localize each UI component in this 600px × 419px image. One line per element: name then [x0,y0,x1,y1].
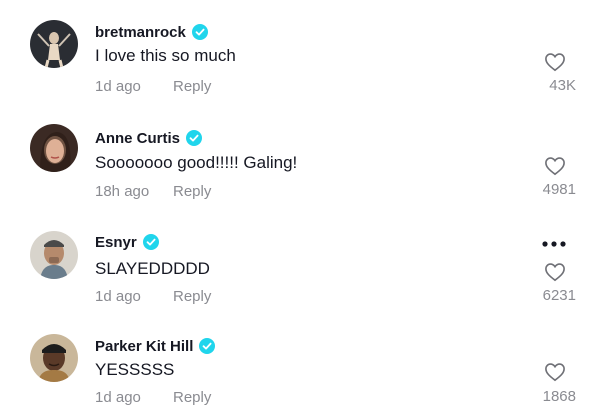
verified-badge-icon [186,130,203,146]
comment-text: Sooooooo good!!!!! Galing! [95,153,298,172]
avatar[interactable] [30,124,78,172]
like-count: 43K [549,77,576,94]
heart-outline-icon[interactable] [544,362,566,382]
username[interactable]: Parker Kit Hill [95,338,193,355]
avatar[interactable] [30,334,78,382]
comment-meta: 1d ago Reply [95,389,211,406]
comment-meta: 1d ago Reply [95,78,211,95]
comment-meta: 18h ago Reply [95,183,211,200]
avatar[interactable] [30,231,78,279]
username-row: Esnyr [95,232,159,252]
like-count: 1868 [542,388,576,405]
comment-item: bretmanrock I love this so much 1d ago R… [0,0,600,100]
timestamp: 18h ago [95,183,150,200]
comment-meta: 1d ago Reply [95,288,211,305]
username-row: bretmanrock [95,22,208,42]
verified-badge-icon [199,338,216,354]
reply-button[interactable]: Reply [173,389,211,406]
timestamp: 1d ago [95,78,141,95]
reply-button[interactable]: Reply [173,288,211,305]
comment-text: I love this so much [95,46,236,65]
timestamp: 1d ago [95,288,141,305]
heart-outline-icon[interactable] [544,52,566,72]
like-count: 4981 [542,181,576,198]
comment-item: Esnyr SLAYEDDDDD 1d ago Reply 6231 [0,210,600,310]
comment-list: bretmanrock I love this so much 1d ago R… [0,0,600,419]
comment-text: YESSSSS [95,360,175,379]
username[interactable]: bretmanrock [95,24,186,41]
reply-button[interactable]: Reply [173,183,211,200]
verified-badge-icon [191,24,208,40]
username[interactable]: Anne Curtis [95,130,180,147]
like-count: 6231 [542,287,576,304]
avatar[interactable] [30,20,78,68]
comment-item: Parker Kit Hill YESSSSS 1d ago Reply 186… [0,314,600,414]
timestamp: 1d ago [95,389,141,406]
username[interactable]: Esnyr [95,234,137,251]
heart-outline-icon[interactable] [544,156,566,176]
username-row: Parker Kit Hill [95,336,216,356]
reply-button[interactable]: Reply [173,78,211,95]
comment-text: SLAYEDDDDD [95,259,210,278]
more-horizontal-icon[interactable] [541,240,567,248]
username-row: Anne Curtis [95,128,203,148]
heart-outline-icon[interactable] [544,262,566,282]
verified-badge-icon [142,234,159,250]
comment-item: Anne Curtis Sooooooo good!!!!! Galing! 1… [0,104,600,204]
